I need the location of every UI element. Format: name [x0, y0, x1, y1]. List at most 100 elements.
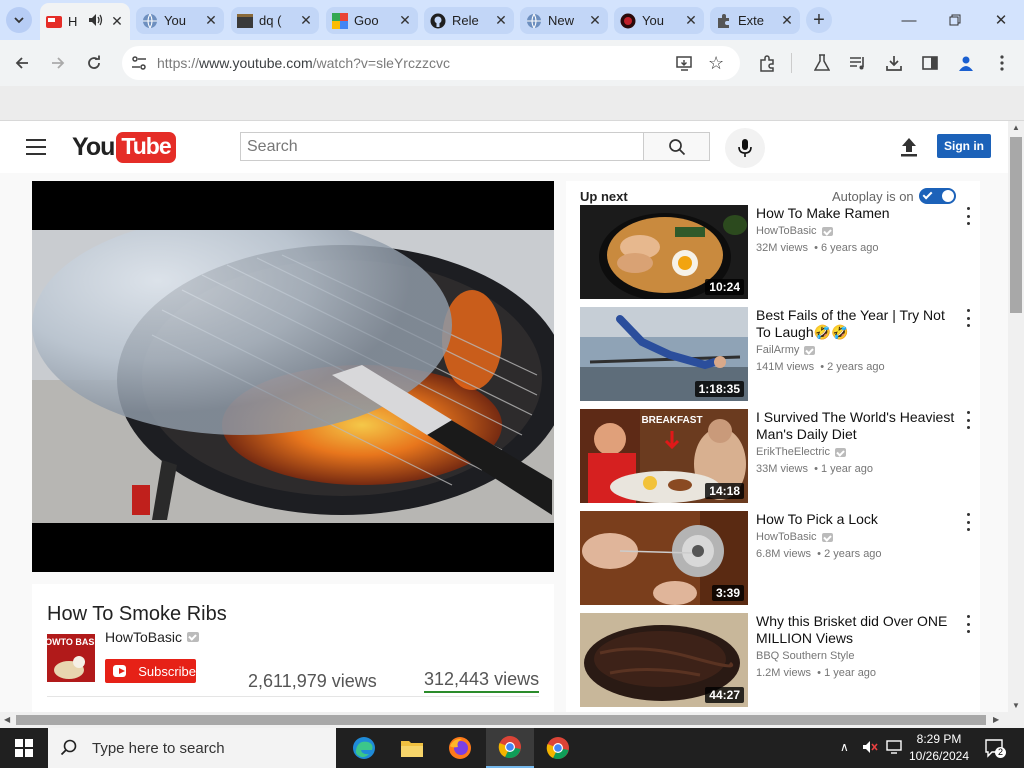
video-thumbnail[interactable]: 10:24: [580, 205, 748, 299]
scroll-down-arrow-icon[interactable]: ▼: [1012, 701, 1020, 710]
taskbar-chrome-2[interactable]: [534, 728, 582, 768]
tab-youtube-2[interactable]: You ✕: [614, 7, 704, 34]
taskbar-search-box[interactable]: Type here to search: [48, 728, 336, 768]
person-icon: [959, 56, 973, 71]
more-vert-icon[interactable]: [964, 207, 972, 225]
tab-search-button[interactable]: [6, 7, 32, 33]
view-count-secondary: 312,443 views: [424, 669, 540, 689]
volume-muted-icon[interactable]: [862, 740, 878, 757]
minimize-button[interactable]: —: [886, 0, 932, 40]
more-vert-icon[interactable]: [964, 513, 972, 531]
horizontal-scrollbar[interactable]: ◀ ▶: [0, 712, 1024, 728]
video-thumbnail[interactable]: 3:39: [580, 511, 748, 605]
taskbar-file-explorer[interactable]: [388, 728, 436, 768]
taskbar-chrome-active[interactable]: [486, 728, 534, 768]
close-tab-icon[interactable]: ✕: [398, 12, 412, 29]
video-title[interactable]: Best Fails of the Year | Try Not To Laug…: [756, 307, 956, 341]
recommended-video[interactable]: 10:24 How To Make Ramen HowToBasic 32M v…: [580, 205, 980, 299]
youtube-page: YouTube Sign in: [0, 121, 1008, 712]
close-tab-icon[interactable]: ✕: [588, 12, 602, 29]
extensions-button[interactable]: [756, 51, 780, 75]
search-input[interactable]: [241, 133, 643, 160]
check-icon: [922, 189, 933, 200]
video-title[interactable]: How To Pick a Lock: [756, 511, 956, 528]
tab-new-tab[interactable]: New ✕: [520, 7, 608, 34]
video-player[interactable]: [32, 181, 554, 572]
vertical-scroll-thumb[interactable]: [1010, 137, 1022, 313]
downloads-button[interactable]: [882, 51, 906, 75]
scroll-left-arrow-icon[interactable]: ◀: [4, 715, 10, 724]
tab-dq[interactable]: dq ( ✕: [231, 7, 319, 34]
url-text[interactable]: https://www.youtube.com/watch?v=sleYrczz…: [157, 55, 450, 71]
tab-google[interactable]: Goo ✕: [326, 7, 418, 34]
close-tab-icon[interactable]: ✕: [110, 13, 124, 30]
close-window-button[interactable]: ✕: [978, 0, 1024, 40]
video-channel: HowToBasic: [756, 225, 833, 237]
video-title[interactable]: I Survived The World's Heaviest Man's Da…: [756, 409, 956, 443]
video-title[interactable]: How To Make Ramen: [756, 205, 956, 222]
restore-button[interactable]: [932, 0, 978, 40]
recommended-video[interactable]: 1:18:35 Best Fails of the Year | Try Not…: [580, 307, 980, 401]
verified-icon: [804, 345, 816, 355]
scroll-right-arrow-icon[interactable]: ▶: [993, 715, 999, 724]
scroll-up-arrow-icon[interactable]: ▲: [1012, 123, 1020, 132]
show-hidden-icons-chevron-icon[interactable]: ∧: [840, 740, 849, 754]
search-button[interactable]: [643, 132, 710, 161]
chrome-menu-button[interactable]: [990, 51, 1014, 75]
new-tab-button[interactable]: +: [806, 7, 832, 33]
more-vert-icon[interactable]: [964, 615, 972, 633]
tab-active-youtube[interactable]: H ✕: [40, 3, 130, 40]
profile-button[interactable]: [954, 51, 978, 75]
views-text: 32M views: [756, 242, 808, 254]
video-title[interactable]: Why this Brisket did Over ONE MILLION Vi…: [756, 613, 956, 647]
close-tab-icon[interactable]: ✕: [204, 12, 218, 29]
sign-in-button[interactable]: Sign in: [937, 134, 991, 158]
video-thumbnail[interactable]: 1:18:35: [580, 307, 748, 401]
close-tab-icon[interactable]: ✕: [780, 12, 794, 29]
recommended-video[interactable]: BREAKFAST 14:18 I Survived The World's H…: [580, 409, 980, 503]
close-tab-icon[interactable]: ✕: [299, 12, 313, 29]
verified-icon: [821, 226, 833, 236]
channel-avatar[interactable]: HOWTO BASIC: [47, 634, 95, 682]
arrow-left-icon: [15, 57, 28, 69]
close-tab-icon[interactable]: ✕: [494, 12, 508, 29]
notification-center-button[interactable]: 2: [984, 738, 1006, 758]
more-vert-icon[interactable]: [964, 411, 972, 429]
more-vert-icon[interactable]: [964, 309, 972, 327]
search-box[interactable]: [240, 132, 644, 161]
close-tab-icon[interactable]: ✕: [684, 12, 698, 29]
autoplay-toggle[interactable]: [919, 188, 956, 204]
channel-name[interactable]: HowToBasic: [105, 629, 200, 645]
media-controls-button[interactable]: [846, 51, 870, 75]
video-thumbnail[interactable]: BREAKFAST 14:18: [580, 409, 748, 503]
subscribe-button[interactable]: Subscribe: [105, 659, 196, 683]
reload-button[interactable]: [82, 51, 106, 75]
install-app-icon[interactable]: [676, 54, 694, 77]
labs-button[interactable]: [810, 51, 834, 75]
tab-title: New: [548, 13, 575, 28]
horizontal-scroll-thumb[interactable]: [16, 715, 986, 725]
address-bar[interactable]: https://www.youtube.com/watch?v=sleYrczz…: [122, 46, 740, 80]
taskbar-firefox[interactable]: [436, 728, 484, 768]
site-info-icon[interactable]: [130, 54, 148, 77]
tab-extensions[interactable]: Exte ✕: [710, 7, 800, 34]
vertical-scrollbar[interactable]: ▲ ▼: [1008, 121, 1024, 712]
taskbar-edge[interactable]: [340, 728, 388, 768]
forward-button[interactable]: [46, 51, 70, 75]
recommended-video[interactable]: 44:27 Why this Brisket did Over ONE MILL…: [580, 613, 980, 707]
start-button[interactable]: [0, 728, 48, 768]
bookmark-star-icon[interactable]: ☆: [708, 53, 724, 74]
upload-button[interactable]: [897, 135, 921, 159]
hamburger-menu-icon[interactable]: [26, 139, 46, 155]
speaker-icon[interactable]: [88, 13, 106, 30]
recommended-video[interactable]: 3:39 How To Pick a Lock HowToBasic 6.8M …: [580, 511, 980, 605]
voice-search-button[interactable]: [725, 128, 765, 168]
video-thumbnail[interactable]: 44:27: [580, 613, 748, 707]
side-panel-button[interactable]: [918, 51, 942, 75]
youtube-logo[interactable]: You Tube: [72, 131, 176, 163]
tab-releases[interactable]: Rele ✕: [424, 7, 514, 34]
tab-title: You: [642, 13, 664, 28]
taskbar-clock[interactable]: 8:29 PM 10/26/2024: [902, 731, 976, 765]
tab-youtube[interactable]: You ✕: [136, 7, 224, 34]
back-button[interactable]: [10, 51, 34, 75]
